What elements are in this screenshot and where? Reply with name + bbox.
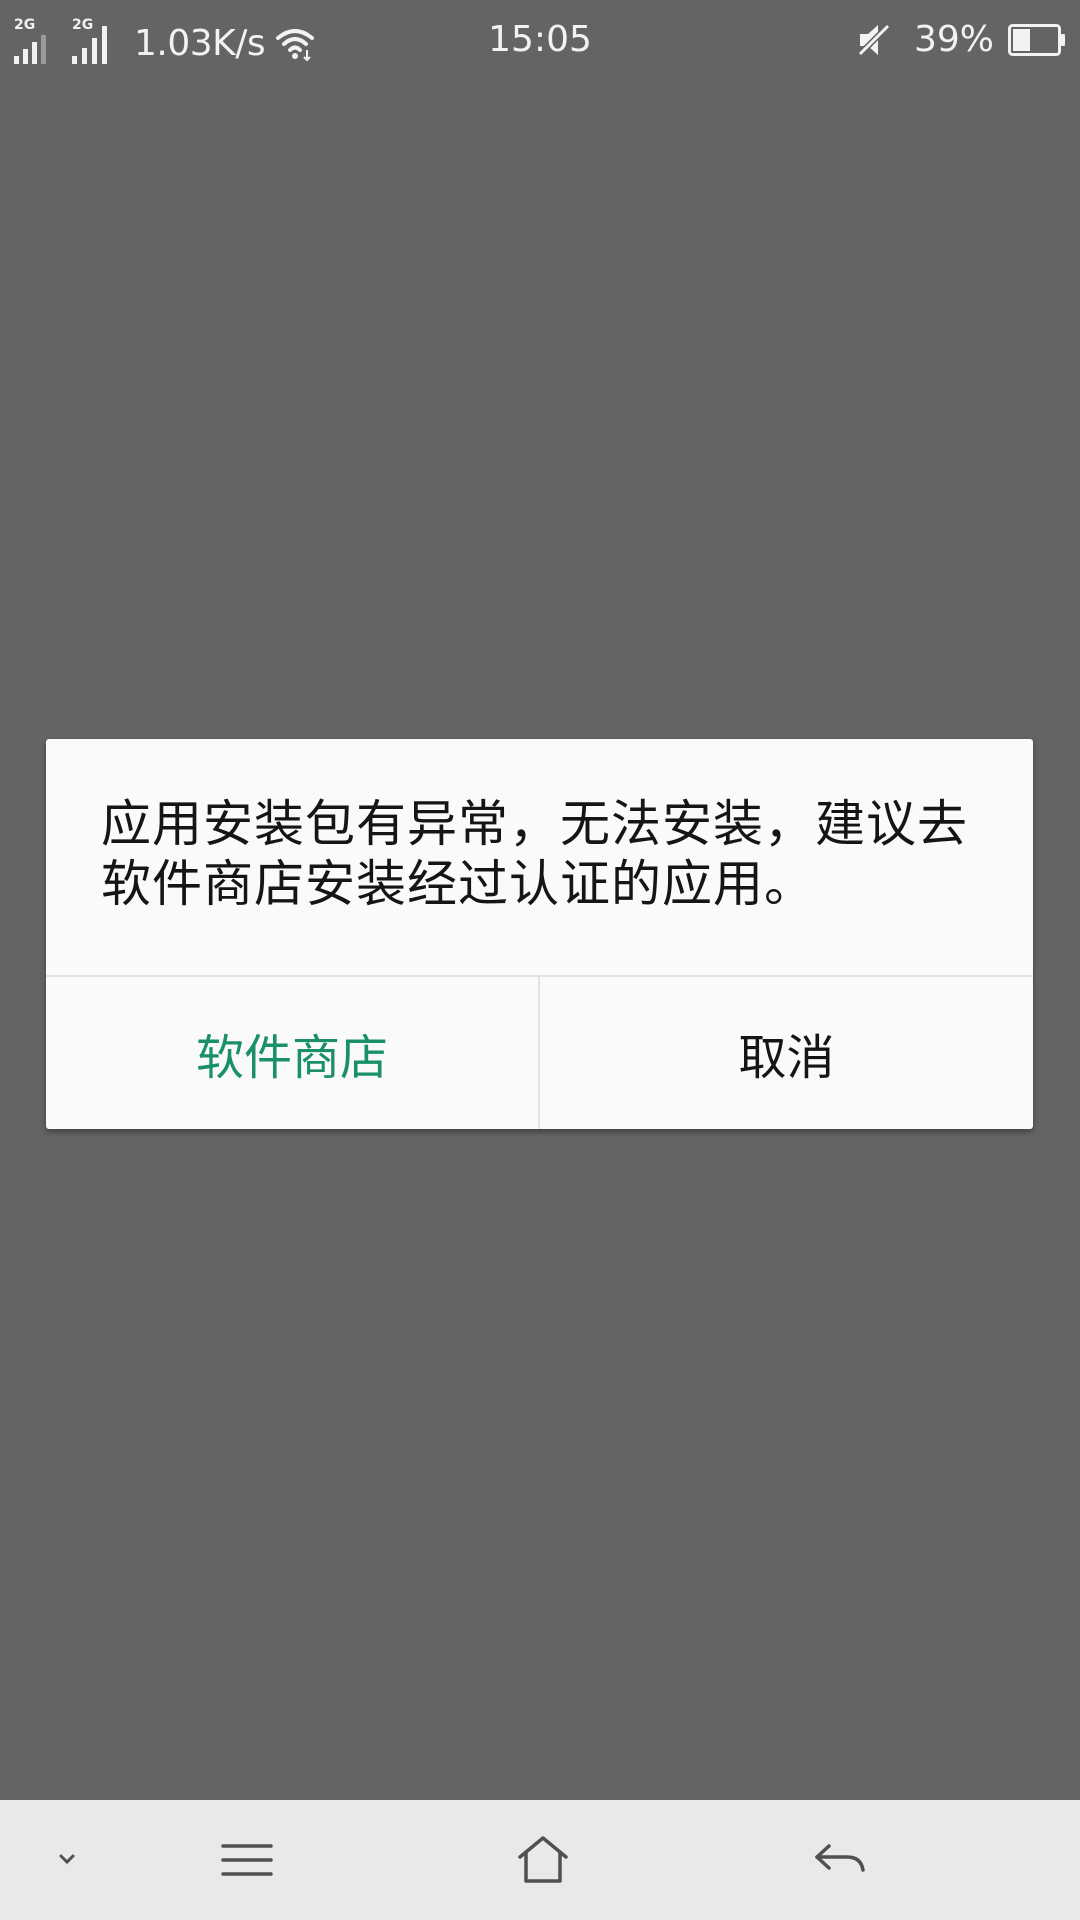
menu-button[interactable] (212, 1825, 282, 1895)
battery-icon (1008, 24, 1065, 56)
home-button[interactable] (508, 1825, 578, 1895)
battery-percent: 39% (913, 19, 994, 60)
navigation-bar (0, 1800, 1080, 1920)
install-error-dialog: 应用安装包有异常，无法安装，建议去软件商店安装经过认证的应用。 软件商店 取消 (46, 739, 1033, 1129)
home-icon (518, 1836, 568, 1883)
collapse-nav-button[interactable] (32, 1825, 102, 1895)
dialog-message: 应用安装包有异常，无法安装，建议去软件商店安装经过认证的应用。 (101, 795, 968, 913)
menu-icon (221, 1844, 273, 1876)
back-icon (815, 1844, 865, 1872)
cancel-button[interactable]: 取消 (540, 977, 1033, 1129)
mute-icon (855, 21, 893, 59)
status-bar: 2G 2G 1.03K/s 15:05 39% (0, 0, 1080, 80)
status-right: 39% (854, 14, 1066, 66)
screen: 2G 2G 1.03K/s 15:05 39% 应用安装包有异常，无法安装，建议… (0, 0, 1080, 1920)
app-store-button[interactable]: 软件商店 (46, 977, 538, 1129)
back-button[interactable] (805, 1825, 875, 1895)
chevron-down-icon (59, 1854, 75, 1865)
